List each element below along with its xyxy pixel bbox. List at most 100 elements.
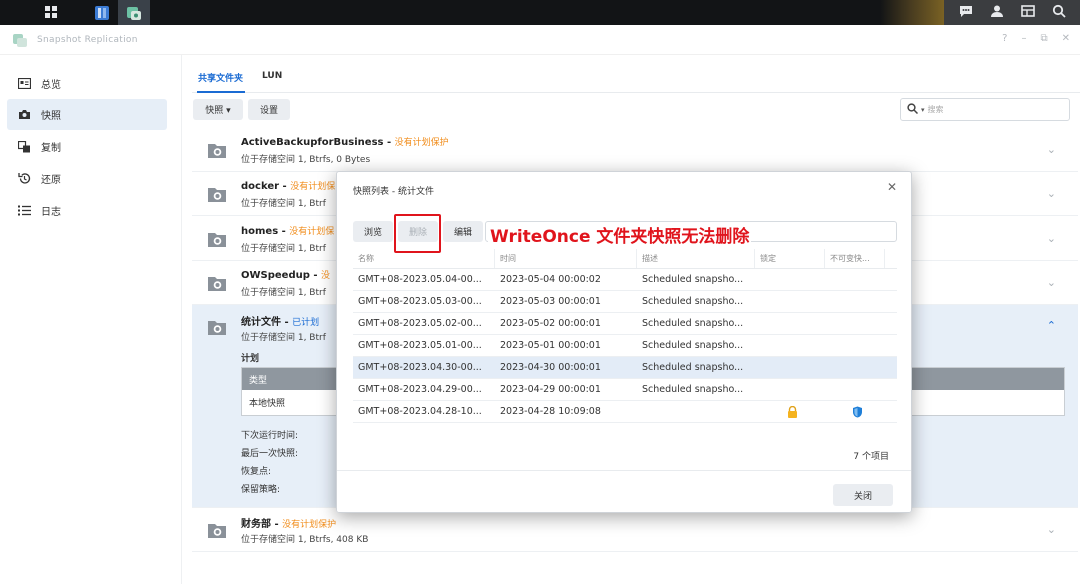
folder-name: ActiveBackupforBusiness - 没有计划保护	[241, 137, 449, 148]
sidebar-item-label: 还原	[41, 175, 61, 186]
window-controls: ? – ⧉ ✕	[1002, 33, 1070, 44]
column-time[interactable]: 时间	[495, 249, 637, 268]
close-icon[interactable]: ✕	[887, 180, 897, 194]
storage-manager-icon[interactable]	[86, 0, 118, 25]
search-icon[interactable]	[1052, 4, 1066, 21]
app-logo-icon	[12, 32, 28, 48]
folder-status: 没有计划保	[289, 227, 335, 237]
table-row-selected[interactable]: GMT+08-2023.04.30-00... 2023-04-30 00:00:…	[353, 357, 897, 379]
snapshot-folder-icon	[208, 233, 226, 247]
column-immutable[interactable]: 不可变快...	[825, 249, 885, 268]
table-row[interactable]: GMT+08-2023.05.01-00... 2023-05-01 00:00:…	[353, 335, 897, 357]
delete-highlight-box	[394, 214, 441, 253]
folder-name: 财务部 - 没有计划保护	[241, 519, 337, 530]
snapshot-folder-icon	[208, 188, 226, 202]
table-row[interactable]: GMT+08-2023.04.28-10... 2023-04-28 10:09:…	[353, 401, 897, 423]
last-snapshot-label: 最后一次快照:	[241, 449, 299, 459]
folder-status: 已计划	[292, 318, 320, 328]
taskbar-tray	[944, 0, 1080, 25]
widgets-icon[interactable]	[1020, 4, 1035, 21]
folder-row[interactable]: ActiveBackupforBusiness - 没有计划保护 位于存储空间 …	[192, 128, 1078, 172]
replication-icon	[18, 140, 31, 153]
restore-points-label: 恢复点:	[241, 467, 272, 477]
folder-name: homes - 没有计划保	[241, 226, 335, 237]
chevron-down-icon[interactable]: ⌄	[1047, 143, 1056, 156]
folder-name: docker - 没有计划保	[241, 181, 336, 192]
folder-name: 统计文件 - 已计划	[241, 317, 320, 328]
table-header: 名称 时间 描述 锁定 不可变快...	[353, 249, 897, 269]
folder-row[interactable]: 财务部 - 没有计划保护 位于存储空间 1, Btrfs, 408 KB ⌄	[192, 508, 1078, 552]
chevron-up-icon[interactable]: ⌃	[1047, 319, 1056, 332]
browse-button[interactable]: 浏览	[353, 221, 393, 242]
sidebar-item-label: 复制	[41, 143, 61, 154]
snapshot-folder-icon	[208, 321, 226, 335]
folder-info: 位于存储空间 1, Btrfs, 0 Bytes	[241, 155, 371, 165]
table-row[interactable]: GMT+08-2023.04.29-00... 2023-04-29 00:00:…	[353, 379, 897, 401]
sidebar-item-replication[interactable]: 复制	[7, 131, 167, 162]
window-titlebar: Snapshot Replication ? – ⧉ ✕	[0, 25, 1080, 55]
taskbar	[0, 0, 1080, 25]
sidebar-item-label: 快照	[41, 111, 61, 122]
edit-button[interactable]: 编辑	[443, 221, 483, 242]
search-input[interactable]: ▾ 搜索	[900, 98, 1070, 121]
item-count: 7 个项目	[853, 452, 889, 462]
chevron-down-icon[interactable]: ⌄	[1047, 276, 1056, 289]
folder-status: 没	[321, 271, 331, 281]
help-button[interactable]: ?	[1002, 33, 1007, 44]
table-row[interactable]: GMT+08-2023.05.04-00... 2023-05-04 00:00:…	[353, 269, 897, 291]
snapshot-list-dialog: 快照列表 - 统计文件 ✕ 浏览 删除 编辑 搜索 WriteOnce 文件夹快…	[336, 171, 912, 513]
minimize-button[interactable]: –	[1021, 33, 1026, 44]
column-description[interactable]: 描述	[637, 249, 755, 268]
grid-icon[interactable]	[34, 0, 68, 25]
close-window-button[interactable]: ✕	[1062, 33, 1070, 44]
restore-button[interactable]: ⧉	[1040, 33, 1047, 44]
sidebar-item-snapshots[interactable]: 快照	[7, 99, 167, 130]
tab-shared-folders[interactable]: 共享文件夹	[198, 71, 243, 84]
chat-icon[interactable]	[959, 4, 973, 21]
user-icon[interactable]	[990, 4, 1004, 21]
folder-info: 位于存储空间 1, Btrf	[241, 244, 326, 254]
folder-info: 位于存储空间 1, Btrf	[241, 199, 326, 209]
close-button[interactable]: 关闭	[833, 484, 893, 506]
dialog-footer-divider	[337, 470, 911, 471]
search-placeholder: 搜索	[927, 105, 944, 114]
sidebar-item-restore[interactable]: 还原	[7, 163, 167, 194]
lock-icon	[788, 405, 797, 418]
column-locked[interactable]: 锁定	[755, 249, 825, 268]
shield-icon	[853, 406, 862, 417]
wallpaper-strip	[880, 0, 944, 25]
tab-divider	[192, 92, 1080, 93]
column-name[interactable]: 名称	[353, 249, 495, 268]
snapshot-replication-icon[interactable]	[118, 0, 150, 25]
annotation-text: WriteOnce 文件夹快照无法删除	[488, 222, 752, 247]
restore-icon	[18, 172, 31, 185]
window-title: Snapshot Replication	[37, 35, 138, 45]
table-row[interactable]: GMT+08-2023.05.03-00... 2023-05-03 00:00:…	[353, 291, 897, 313]
snapshot-folder-icon	[208, 144, 226, 158]
sidebar-item-label: 日志	[41, 207, 61, 218]
next-run-label: 下次运行时间:	[241, 431, 299, 441]
sidebar-item-overview[interactable]: 总览	[7, 68, 167, 99]
snapshot-folder-icon	[208, 524, 226, 538]
active-tab-indicator	[197, 91, 245, 93]
folder-info: 位于存储空间 1, Btrfs, 408 KB	[241, 535, 369, 545]
log-icon	[18, 204, 31, 217]
folder-info: 位于存储空间 1, Btrf	[241, 288, 326, 298]
plan-label: 计划	[241, 354, 260, 364]
snapshot-dropdown-button[interactable]: 快照 ▾	[193, 99, 243, 120]
chevron-down-icon[interactable]: ⌄	[1047, 187, 1056, 200]
sidebar: 总览 快照 复制 还原 日志	[0, 55, 182, 584]
chevron-down-icon[interactable]: ⌄	[1047, 232, 1056, 245]
search-dropdown-icon: ▾	[921, 105, 925, 114]
chevron-down-icon[interactable]: ⌄	[1047, 523, 1056, 536]
sidebar-item-log[interactable]: 日志	[7, 195, 167, 226]
folder-info: 位于存储空间 1, Btrf	[241, 333, 326, 343]
folder-status: 没有计划保护	[282, 520, 337, 530]
tab-lun[interactable]: LUN	[262, 71, 282, 81]
retention-label: 保留策略:	[241, 485, 281, 495]
sidebar-item-label: 总览	[41, 80, 61, 91]
settings-button[interactable]: 设置	[248, 99, 290, 120]
snapshot-table: 名称 时间 描述 锁定 不可变快... GMT+08-2023.05.04-00…	[353, 249, 897, 423]
table-row[interactable]: GMT+08-2023.05.02-00... 2023-05-02 00:00:…	[353, 313, 897, 335]
folder-status: 没有计划保	[290, 182, 336, 192]
